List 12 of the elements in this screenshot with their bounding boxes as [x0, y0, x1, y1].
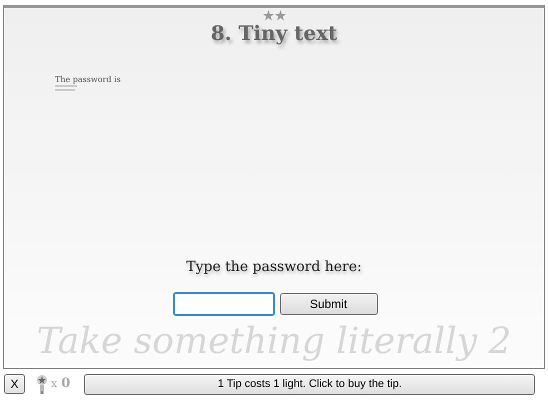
password-prompt: Type the password here:: [186, 258, 362, 277]
tip-button[interactable]: 1 Tip costs 1 light. Click to buy the tip.: [84, 374, 536, 394]
illegible-text-drawing: [55, 84, 77, 92]
hint-text: The password is: [55, 75, 121, 84]
lights-count: 0: [61, 375, 70, 394]
close-button[interactable]: X: [4, 374, 25, 394]
submit-button[interactable]: Submit: [280, 293, 378, 315]
password-field[interactable]: [172, 292, 274, 316]
two-stars-icon: [262, 10, 286, 21]
lightbulb-icon: [37, 373, 47, 395]
level-title: 8. Tiny text: [210, 21, 338, 45]
multiply-sign: x: [51, 376, 58, 392]
